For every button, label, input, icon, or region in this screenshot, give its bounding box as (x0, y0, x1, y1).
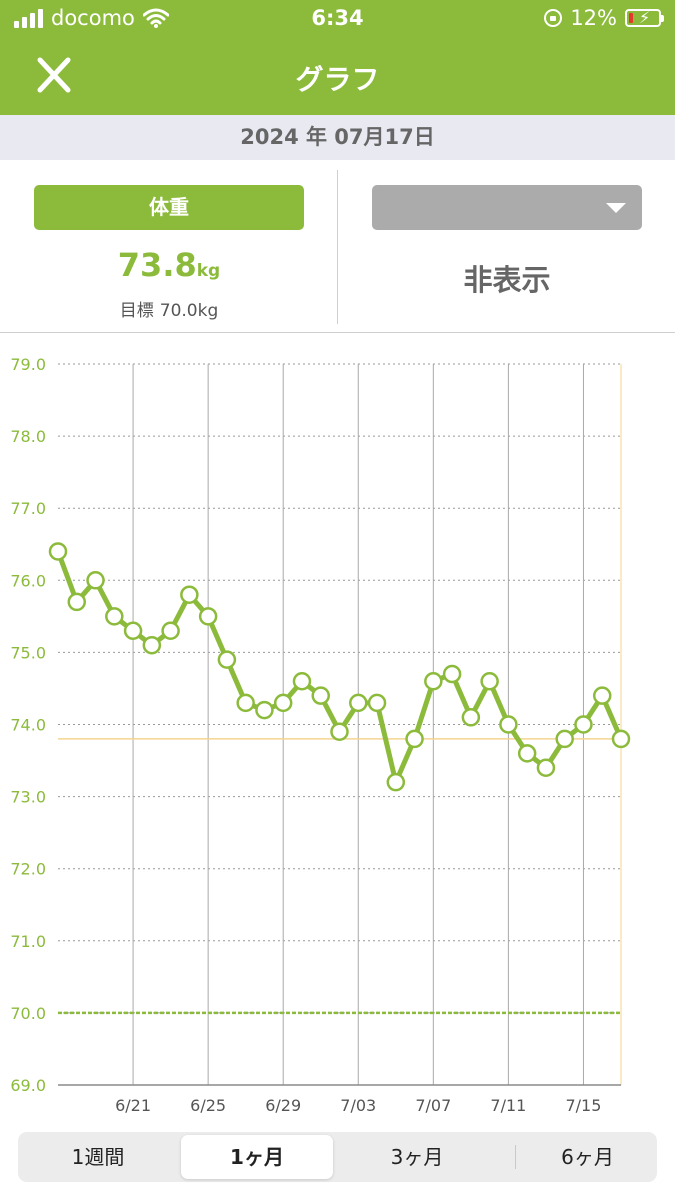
secondary-hidden-label: 非表示 (463, 263, 551, 297)
data-point[interactable] (611, 729, 631, 749)
data-point[interactable] (161, 621, 180, 641)
chevron-down-icon (606, 203, 626, 213)
secondary-metric-dropdown[interactable] (372, 185, 642, 230)
goal-value: 70.0kg (159, 301, 219, 321)
data-point[interactable] (86, 571, 105, 590)
date-bar: 2024 年 07月17日 (0, 115, 675, 160)
data-point[interactable] (236, 693, 255, 713)
data-point[interactable] (574, 715, 593, 734)
data-point[interactable] (123, 621, 143, 641)
weight-chart: 69.0 70.0 71.0 72.0 73.0 74.0 75.0 76.0 77.0 78.0… (10, 355, 631, 1115)
y-tick-label: 72.0 (10, 860, 46, 879)
y-tick-label: 75.0 (10, 643, 46, 662)
data-point[interactable] (198, 607, 218, 626)
data-point[interactable] (480, 671, 499, 691)
segment-3-months[interactable]: 3ヶ月 (338, 1135, 496, 1179)
y-tick-label: 76.0 (10, 571, 46, 590)
data-point[interactable] (517, 744, 537, 763)
current-value: 73.8kg (34, 246, 304, 284)
data-point[interactable] (349, 693, 368, 713)
status-right: 12% ⚡ (544, 6, 664, 30)
data-point[interactable] (367, 693, 387, 713)
data-point[interactable] (311, 686, 330, 705)
metric-panels: 体重 73.8kg 目標 70.0kg 非表示 (0, 160, 675, 333)
data-point[interactable] (555, 729, 574, 749)
y-tick-label: 73.0 (10, 788, 46, 807)
data-point[interactable] (461, 708, 481, 727)
current-value-number: 73.8 (117, 246, 197, 284)
data-point[interactable] (330, 722, 349, 741)
rotation-lock-icon (544, 9, 563, 27)
panel-divider (337, 170, 338, 324)
metric-weight-button[interactable]: 体重 (34, 185, 304, 230)
segment-1-month[interactable]: 1ヶ月 (181, 1135, 333, 1179)
y-tick-label: 77.0 (10, 499, 46, 518)
data-point[interactable] (536, 758, 556, 778)
y-tick-label: 69.0 (10, 1076, 46, 1095)
current-value-unit: kg (196, 261, 221, 281)
x-tick-label: 6/21 (115, 1096, 151, 1115)
x-tick-label: 6/29 (265, 1096, 301, 1115)
battery-icon: ⚡ (625, 9, 664, 27)
page-title: グラフ (295, 63, 380, 96)
x-tick-label: 6/25 (190, 1096, 226, 1115)
data-point[interactable] (292, 671, 312, 691)
battery-percent: 12% (570, 6, 617, 30)
y-tick-label: 70.0 (10, 1004, 46, 1023)
x-tick-label: 7/03 (340, 1096, 376, 1115)
segment-6-months[interactable]: 6ヶ月 (518, 1135, 657, 1179)
segment-1-week[interactable]: 1週間 (18, 1135, 178, 1179)
data-point[interactable] (67, 592, 87, 612)
data-point[interactable] (217, 650, 237, 669)
data-point[interactable] (499, 715, 518, 734)
data-point[interactable] (442, 664, 462, 684)
x-tick-label: 7/07 (415, 1096, 451, 1115)
y-tick-label: 79.0 (10, 355, 46, 374)
data-point[interactable] (424, 671, 443, 691)
data-point[interactable] (405, 729, 424, 749)
data-point[interactable] (255, 700, 274, 720)
x-tick-label: 7/15 (565, 1096, 601, 1115)
period-segmented-control: 1週間 1ヶ月 3ヶ月 6ヶ月 (18, 1132, 657, 1182)
data-point[interactable] (273, 693, 293, 713)
goal-label: 目標 (119, 301, 154, 321)
data-point[interactable] (592, 686, 612, 705)
y-tick-label: 71.0 (10, 932, 46, 951)
x-tick-label: 7/11 (490, 1096, 526, 1115)
data-point[interactable] (142, 635, 162, 655)
data-point[interactable] (180, 585, 199, 604)
segment-separator (515, 1145, 516, 1169)
data-point[interactable] (105, 607, 124, 626)
status-bar: docomo 6:34 12% ⚡ (0, 0, 675, 38)
weight-series-line (55, 548, 624, 785)
data-point[interactable] (386, 772, 406, 792)
nav-bar: グラフ (0, 38, 675, 115)
y-tick-label: 78.0 (10, 427, 46, 446)
goal-info: 目標 70.0kg (34, 296, 304, 321)
y-tick-label: 74.0 (10, 716, 46, 735)
data-point[interactable] (48, 542, 68, 561)
